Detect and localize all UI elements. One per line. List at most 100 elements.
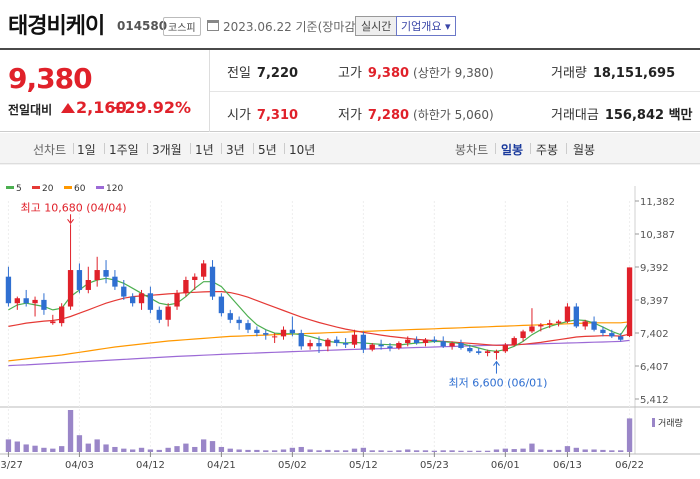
tab-period-1d[interactable]: 1일 [77,141,96,158]
candle-body [440,341,446,347]
tab-period-3m[interactable]: 3개월 [152,141,182,158]
volume-bar [200,439,207,452]
candle-body [396,343,402,348]
volume-bar [183,443,189,452]
volume-bar [600,449,606,452]
candle-body [342,343,349,345]
volume-bar [413,450,420,452]
candle-body [298,333,304,347]
volume-value: 18,151,695 [592,66,676,81]
low-value: 7,280 [367,108,410,123]
candle-body [271,336,278,338]
stats-divider [210,91,700,92]
volume-bar [476,450,482,452]
candle-body [476,351,482,353]
amount-label: 거래대금 [551,108,599,123]
high-stat: 고가 9,380 (상한가 9,380) [338,62,494,81]
candle-body [85,280,91,290]
stock-header: 태경비케이 014580 코스피 2023.06.22 기준(장마감) 실시간 … [0,0,700,50]
volume-bar [192,446,198,452]
candle-body [5,276,12,304]
current-price-box: 9,380 전일대비 2,160 +29.92% [0,50,210,132]
amount-stat: 거래대금 156,842 백만 [551,104,693,123]
candle-body [236,319,242,324]
candle-body [511,338,517,345]
volume-bar [289,447,296,452]
candlestick-chart-svg[interactable]: 5 20 60 120 11,382 10,387 9,392 8,397 7,402 6,407… [0,163,700,479]
stock-code: 014580 [117,19,168,33]
company-overview-button[interactable]: 기업개요 ▾ [396,16,456,36]
legend-swatch-ma120 [96,186,104,189]
tab-period-3y[interactable]: 3년 [226,141,245,158]
y-tick-label: 10,387 [640,230,675,241]
prev-close-value: 7,220 [256,66,299,81]
x-tick-label: 03/27 [0,460,23,471]
candle-body [609,333,615,337]
tab-divider [190,143,191,154]
volume-bar [555,449,562,452]
candle-body [307,343,313,347]
candle-body [547,323,553,325]
tab-period-1y[interactable]: 1년 [195,141,214,158]
volume-bar [5,439,12,452]
candle-body [218,296,225,314]
volume-bar [405,449,411,452]
tab-divider [221,143,222,154]
tab-period-10y[interactable]: 10년 [289,141,315,158]
realtime-button[interactable]: 실시간 [355,16,398,36]
candle-body [245,323,251,330]
tab-period-1w[interactable]: 1주일 [109,141,139,158]
x-tick-label: 06/01 [491,460,520,471]
candle-body [121,286,127,297]
low-label: 저가 [338,108,362,123]
tab-period-5y[interactable]: 5년 [258,141,277,158]
tab-divider [495,143,496,154]
volume-bar [618,450,624,452]
candle-body [360,334,367,350]
candle-body [325,339,331,347]
y-tick-label: 8,397 [640,296,669,307]
tab-candle-daily[interactable]: 일봉 [501,141,523,158]
volume-label: 거래량 [551,66,587,81]
legend-label-ma5: 5 [16,184,22,194]
candle-body [413,339,420,344]
volume-bar [298,446,304,452]
candle-body [227,313,233,320]
volume-bar [547,449,553,452]
legend-swatch-ma5 [6,186,14,189]
y-tick-label: 9,392 [640,263,669,274]
x-tick-label: 05/12 [349,460,378,471]
volume-bar [174,446,180,452]
x-tick-label: 05/23 [420,460,449,471]
candle-body [174,293,180,307]
tab-candle-weekly[interactable]: 주봉 [536,141,558,158]
candle-body [520,331,526,339]
volume-bar [67,410,74,452]
volume-bar [325,449,331,452]
candle-body [14,298,20,304]
volume-bar [431,450,438,452]
candle-body [263,333,269,335]
volume-bar [227,448,233,452]
prev-close-stat: 전일 7,220 [227,62,298,81]
volume-bar [582,449,588,452]
volume-bar [50,448,56,452]
candle-body [192,276,198,281]
volume-bar [520,448,526,452]
volume-bar [209,441,216,452]
volume-bar [147,449,154,452]
y-tick-label: 6,407 [640,362,669,373]
price-chart[interactable]: 5 20 60 120 11,382 10,387 9,392 8,397 7,402 6,407… [0,163,700,479]
candle-body [32,299,38,304]
volume-bar [573,447,579,452]
volume-bar [59,446,65,452]
calendar-icon [207,20,219,31]
candle-body [103,270,109,277]
volume-bar [307,449,313,452]
low-stat: 저가 7,280 (하한가 5,060) [338,104,494,123]
tab-candle-monthly[interactable]: 월봉 [573,141,595,158]
tab-divider [284,143,285,154]
volume-bar [94,439,100,452]
volume-bar [351,448,358,452]
volume-bar [538,449,544,452]
